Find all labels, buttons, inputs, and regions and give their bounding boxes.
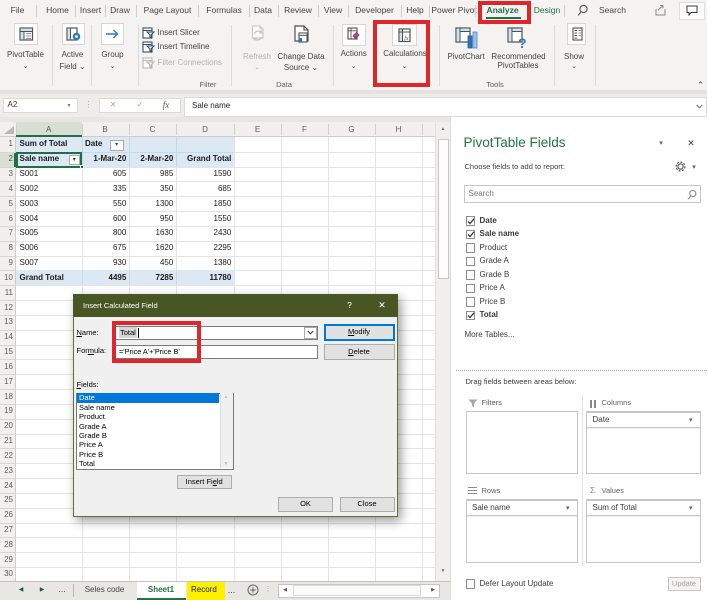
svg-text:?: ? (518, 35, 527, 49)
